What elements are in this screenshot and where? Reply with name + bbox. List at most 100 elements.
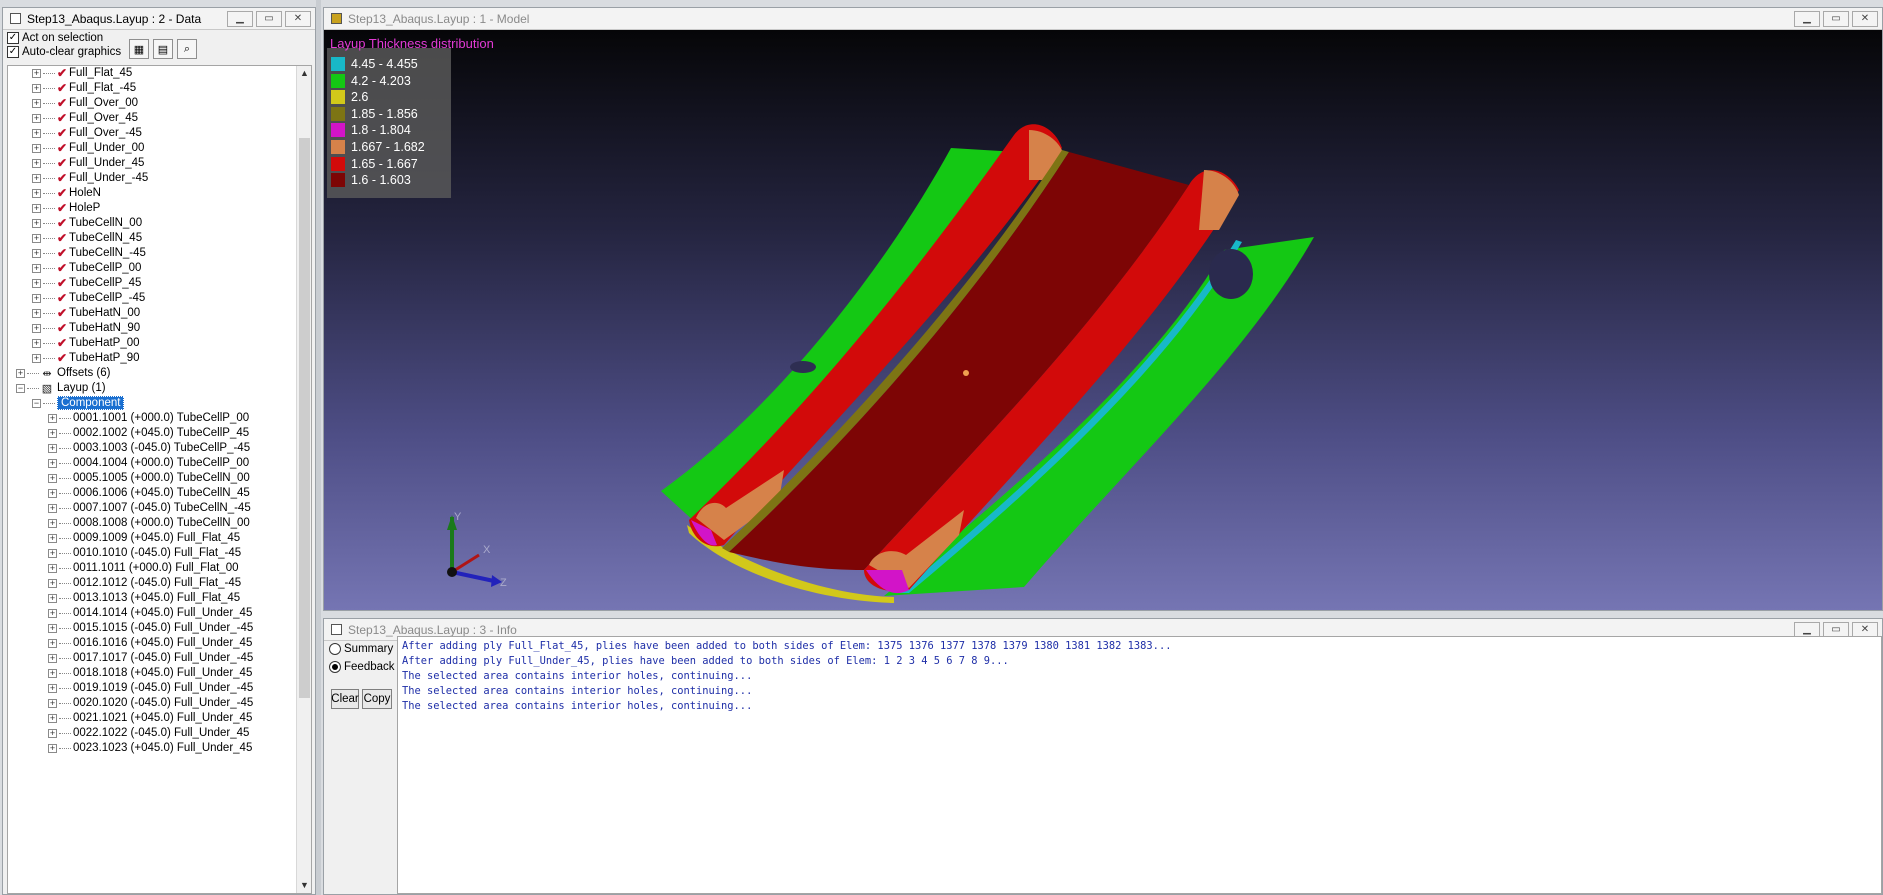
expand-icon[interactable]: + [48,503,57,513]
collapse-icon[interactable]: − [32,398,41,408]
expand-icon[interactable]: + [48,623,57,633]
triad-y-label: Y [454,511,462,523]
info-window-icon [331,624,342,635]
find-button[interactable]: ⌕ [177,39,197,59]
expand-icon[interactable]: + [32,278,41,288]
expand-icon[interactable]: + [32,98,41,108]
expand-icon[interactable]: + [48,473,57,483]
summary-option[interactable]: Summary [329,643,393,655]
minimize-button[interactable]: ▁ [227,11,253,27]
expand-icon[interactable]: + [32,323,41,333]
auto-clear-checkbox[interactable]: ✓ [7,46,19,58]
triad-x-label: X [483,544,491,556]
tree-connector [43,357,55,359]
sequence-item[interactable]: +0023.1023 (+045.0) Full_Under_45 [48,739,252,757]
view-button[interactable]: ▤ [153,39,173,59]
expand-icon[interactable]: + [32,128,41,138]
component-label[interactable]: Component [57,396,125,410]
expand-icon[interactable]: + [48,653,57,663]
tree-connector [59,612,71,614]
expand-icon[interactable]: + [48,638,57,648]
expand-icon[interactable]: + [48,413,57,423]
expand-icon[interactable]: + [48,713,57,723]
act-on-selection-checkbox[interactable]: ✓ [7,32,19,44]
maximize-button[interactable]: ▭ [256,11,282,27]
expand-icon[interactable]: + [16,368,25,378]
expand-icon[interactable]: + [48,608,57,618]
expand-icon[interactable]: + [48,443,57,453]
expand-icon[interactable]: + [48,458,57,468]
collapse-icon[interactable]: − [16,383,25,393]
expand-icon[interactable]: + [48,518,57,528]
expand-icon[interactable]: + [32,203,41,213]
model-viewport[interactable]: 4.45 - 4.455 4.2 - 4.203 2.6 1.85 - 1.856 1.… [324,30,1882,610]
expand-icon[interactable]: + [32,173,41,183]
model-minimize-button[interactable]: ▁ [1794,11,1820,27]
clear-button[interactable]: Clear [331,689,359,709]
auto-clear-option[interactable]: ✓ Auto-clear graphics [7,46,121,58]
feedback-option[interactable]: Feedback [329,661,395,673]
expand-icon[interactable]: + [48,428,57,438]
tree-connector [43,297,55,299]
copy-button[interactable]: Copy [362,689,392,709]
tree-connector [59,747,71,749]
expand-icon[interactable]: + [32,218,41,228]
expand-icon[interactable]: + [32,113,41,123]
expand-icon[interactable]: + [32,263,41,273]
expand-icon[interactable]: + [48,563,57,573]
expand-icon[interactable]: + [48,683,57,693]
expand-icon[interactable]: + [32,143,41,153]
tree-connector [59,477,71,479]
tree-connector [59,492,71,494]
expand-icon[interactable]: + [48,593,57,603]
right-tube-cap-patch [1199,170,1239,230]
scroll-thumb[interactable] [299,138,310,698]
tree-item-label: TubeCellN_00 [69,217,143,229]
properties-button[interactable]: ▦ [129,39,149,59]
expand-icon[interactable]: + [32,293,41,303]
log-line: The selected area contains interior hole… [402,700,753,712]
expand-icon[interactable]: + [32,308,41,318]
scroll-down-arrow-icon[interactable]: ▼ [297,878,311,893]
act-on-selection-option[interactable]: ✓ Act on selection [7,32,103,44]
checkmark-icon: ✔ [57,291,68,305]
expand-icon[interactable]: + [32,158,41,168]
checkmark-icon: ✔ [57,276,68,290]
expand-icon[interactable]: + [32,83,41,93]
expand-icon[interactable]: + [48,743,57,753]
tree-scrollbar[interactable]: ▲ ▼ [296,66,311,893]
tree-connector [59,447,71,449]
log-line: After adding ply Full_Under_45, plies ha… [402,655,1009,667]
checkmark-icon: ✔ [57,186,68,200]
expand-icon[interactable]: + [32,353,41,363]
expand-icon[interactable]: + [32,188,41,198]
expand-icon[interactable]: + [48,668,57,678]
info-log[interactable]: After adding ply Full_Flat_45, plies hav… [397,636,1882,894]
model-render[interactable]: Y X Z [324,30,1882,610]
model-close-button[interactable]: ✕ [1852,11,1878,27]
summary-radio[interactable] [329,643,341,655]
expand-icon[interactable]: + [48,728,57,738]
model-maximize-button[interactable]: ▭ [1823,11,1849,27]
expand-icon[interactable]: + [32,233,41,243]
expand-icon[interactable]: + [48,533,57,543]
tree-connector [43,402,55,404]
tree-item-label: Full_Over_-45 [69,127,142,139]
close-button[interactable]: ✕ [285,11,311,27]
scroll-up-arrow-icon[interactable]: ▲ [297,66,311,81]
tree-connector [59,507,71,509]
data-tree[interactable]: ▲ ▼ + ✔ Full_Flat_45 + ✔ Full_Flat_-45 + ✔ Full_… [7,65,312,894]
summary-label: Summary [344,643,394,655]
tree-connector [43,207,55,209]
expand-icon[interactable]: + [48,548,57,558]
feedback-radio[interactable] [329,661,341,673]
tree-item-label: TubeCellP_00 [69,262,142,274]
expand-icon[interactable]: + [32,68,41,78]
expand-icon[interactable]: + [32,248,41,258]
panel-splitter[interactable] [316,0,321,895]
tree-connector [43,117,55,119]
expand-icon[interactable]: + [48,488,57,498]
expand-icon[interactable]: + [48,578,57,588]
expand-icon[interactable]: + [32,338,41,348]
expand-icon[interactable]: + [48,698,57,708]
